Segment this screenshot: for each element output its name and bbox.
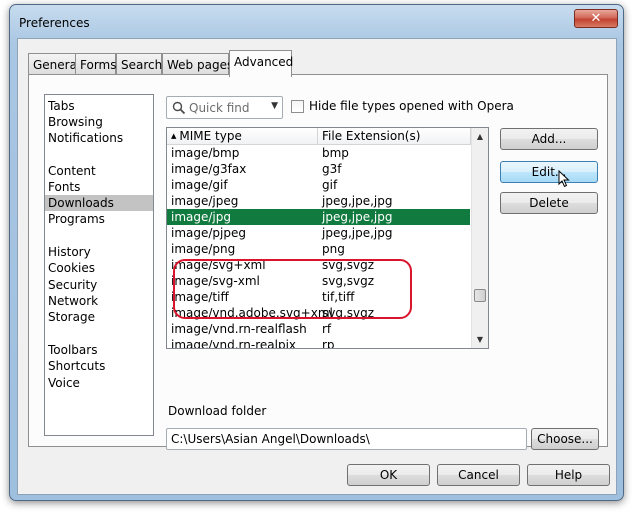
category-item-programs[interactable]: Programs [45,211,153,227]
choose-button[interactable]: Choose... [531,428,599,450]
extension-cell: jpeg,jpe,jpg [322,194,393,208]
hide-file-types-checkbox[interactable] [291,100,304,113]
category-item-network[interactable]: Network [45,293,153,309]
mime-type-cell: image/bmp [171,146,240,160]
help-button[interactable]: Help [527,464,610,486]
annotation-highlight [173,259,412,319]
dropdown-arrow-icon[interactable]: ▼ [271,101,278,111]
category-list[interactable]: Tabs Browsing Notifications Content Font… [44,94,154,436]
tab-general[interactable]: General [28,53,80,75]
category-item-cookies[interactable]: Cookies [45,260,153,276]
category-item-storage[interactable]: Storage [45,309,153,325]
category-item-security[interactable]: Security [45,277,153,293]
mime-row[interactable]: image/bmp bmp [167,145,470,161]
category-item-notifications[interactable]: Notifications [45,130,153,146]
tab-search[interactable]: Search [116,53,162,75]
quick-find-box[interactable]: ▼ [166,96,283,119]
extension-cell: png [322,242,345,256]
hide-file-types-label[interactable]: Hide file types opened with Opera [309,99,514,113]
dialog-client-area: General Forms Search Web pages Advanced … [17,38,617,495]
mouse-cursor-icon [558,170,570,188]
tab-web-pages[interactable]: Web pages [162,53,233,75]
mime-row[interactable]: image/png png [167,241,470,257]
extension-cell: jpeg,jpe,jpg [322,210,393,224]
extension-cell: g3f [322,162,342,176]
preferences-window: Preferences ✕ General Forms Search Web p… [9,4,624,501]
ok-button[interactable]: OK [347,464,430,486]
mime-list-header: ▲ MIME type File Extension(s) [167,128,472,145]
mime-row[interactable]: image/gif gif [167,177,470,193]
scroll-thumb[interactable] [474,289,486,302]
download-folder-field[interactable]: C:\Users\Asian Angel\Downloads\ [166,428,527,450]
advanced-tab-panel: Tabs Browsing Notifications Content Font… [28,74,608,450]
category-item-voice[interactable]: Voice [45,375,153,391]
mime-row[interactable]: image/pjpeg jpeg,jpe,jpg [167,225,470,241]
scroll-down-icon[interactable]: ▼ [472,331,488,348]
column-header-file-extension[interactable]: File Extension(s) [322,129,420,145]
extension-cell: rp [322,338,335,349]
scroll-up-icon[interactable]: ▲ [472,128,488,145]
tab-advanced[interactable]: Advanced [229,50,293,77]
mime-row[interactable]: image/vnd.rn-realflash rf [167,321,470,337]
cancel-button[interactable]: Cancel [437,464,520,486]
mime-row[interactable]: image/g3fax g3f [167,161,470,177]
category-item-content[interactable]: Content [45,163,153,179]
tab-forms[interactable]: Forms [75,53,116,75]
quick-find-input[interactable] [189,100,261,116]
mime-type-cell: image/vnd.rn-realflash [171,322,307,336]
mime-row[interactable]: image/vnd.rn-realpix rp [167,337,470,349]
mime-row[interactable]: image/jpeg jpeg,jpe,jpg [167,193,470,209]
mime-type-cell: image/g3fax [171,162,247,176]
window-title: Preferences [19,16,90,30]
close-button[interactable]: ✕ [574,9,618,28]
category-item-tabs[interactable]: Tabs [45,98,153,114]
extension-cell: rf [322,322,332,336]
edit-button[interactable]: Edit... [500,161,598,183]
mime-type-cell: image/jpeg [171,194,239,208]
column-header-mime-type[interactable]: ▲ MIME type [171,129,242,145]
mime-type-cell: image/vnd.rn-realpix [171,338,297,349]
category-item-browsing[interactable]: Browsing [45,114,153,130]
column-divider[interactable] [317,128,318,145]
extension-cell: bmp [322,146,349,160]
search-icon [172,101,186,115]
delete-button[interactable]: Delete [500,192,598,214]
mime-type-cell: image/pjpeg [171,226,246,240]
vertical-scrollbar[interactable]: ▲ ▼ [471,128,488,348]
extension-cell: gif [322,178,338,192]
mime-type-cell: image/jpg [171,210,231,224]
mime-row-selected[interactable]: image/jpg jpeg,jpe,jpg [167,209,470,225]
category-item-toolbars[interactable]: Toolbars [45,342,153,358]
download-folder-label: Download folder [168,404,267,418]
add-button[interactable]: Add... [500,128,598,150]
mime-type-cell: image/gif [171,178,228,192]
category-item-fonts[interactable]: Fonts [45,179,153,195]
extension-cell: jpeg,jpe,jpg [322,226,393,240]
close-icon: ✕ [590,11,602,26]
category-item-downloads[interactable]: Downloads [45,195,153,211]
sort-ascending-icon: ▲ [171,132,177,140]
title-bar[interactable]: Preferences ✕ [10,5,623,39]
mime-type-cell: image/png [171,242,236,256]
category-item-history[interactable]: History [45,244,153,260]
category-item-shortcuts[interactable]: Shortcuts [45,358,153,374]
